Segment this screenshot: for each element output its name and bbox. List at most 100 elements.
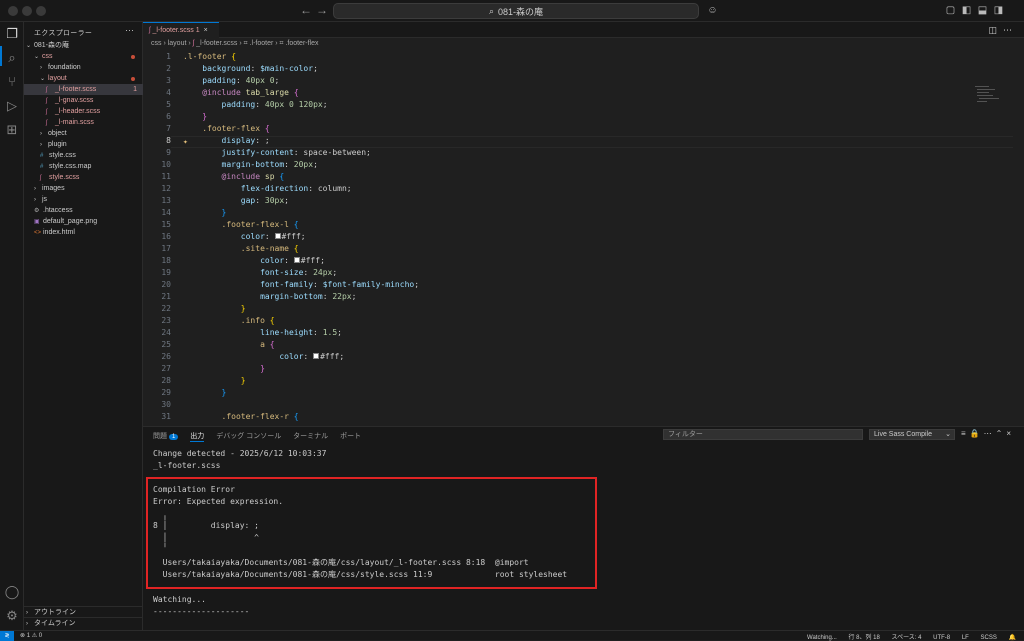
- search-icon[interactable]: ⌕: [4, 50, 20, 66]
- code-line: .info {: [240, 316, 275, 325]
- color-swatch[interactable]: [274, 233, 281, 239]
- tree-item-label: plugin: [48, 141, 67, 148]
- tree-item[interactable]: # style.css: [24, 150, 143, 161]
- code-line: display: ;: [221, 136, 270, 145]
- tab-ports[interactable]: ポート: [340, 431, 361, 441]
- tree-item[interactable]: ʃ style.scss: [24, 172, 143, 183]
- problems-status[interactable]: ⊗ 1 ⚠ 0: [20, 632, 42, 639]
- language-mode[interactable]: SCSS: [981, 635, 997, 641]
- tree-item[interactable]: › foundation: [24, 62, 143, 73]
- cursor-position[interactable]: 行 8、列 18: [848, 635, 879, 641]
- tree-item[interactable]: ⌄ layout: [24, 73, 143, 84]
- lock-icon[interactable]: 🔒: [970, 429, 984, 438]
- editor-area: ʃ _l-footer.scss 1 × ◫⋯ css › layout › ʃ…: [143, 22, 1024, 426]
- color-swatch[interactable]: [293, 257, 300, 263]
- breadcrumb-item[interactable]: css: [151, 40, 162, 47]
- list-icon[interactable]: ≡: [961, 429, 970, 438]
- tree-item[interactable]: <> index.html: [24, 227, 143, 238]
- tree-item[interactable]: ʃ _l-header.scss: [24, 106, 143, 117]
- line-number: 26: [161, 352, 171, 361]
- close-icon[interactable]: ×: [1006, 429, 1015, 438]
- tree-item[interactable]: ʃ _l-main.scss: [24, 117, 143, 128]
- line-number: 25: [161, 340, 171, 349]
- toggle-primary-sidebar-icon[interactable]: ◧: [960, 4, 973, 17]
- code-line: padding: 40px 0 120px;: [221, 100, 328, 109]
- tab-debug-console[interactable]: デバッグ コンソール: [216, 431, 281, 441]
- code-line: color: #fff;: [260, 256, 325, 265]
- outline-section[interactable]: › アウトライン: [24, 606, 143, 617]
- more-icon[interactable]: ···: [125, 25, 134, 35]
- account-icon[interactable]: ◯: [4, 584, 20, 600]
- chevron-up-icon[interactable]: ⌃: [996, 429, 1007, 438]
- output-filter-input[interactable]: フィルター: [663, 429, 863, 440]
- code-line: font-family: $font-family-mincho;: [260, 280, 420, 289]
- more-icon[interactable]: ⋯: [984, 429, 996, 438]
- symbol-icon: ⌗: [279, 40, 284, 47]
- output-channel-label: Live Sass Compile: [874, 431, 932, 438]
- toggle-panel-icon[interactable]: ⬓: [976, 4, 989, 17]
- tree-item-label: _l-gnav.scss: [55, 97, 94, 104]
- window-close-button[interactable]: [8, 6, 18, 16]
- code-line: background: $main-color;: [202, 64, 318, 73]
- tree-item[interactable]: ʃ _l-footer.scss 1: [24, 84, 143, 95]
- encoding[interactable]: UTF-8: [933, 635, 950, 641]
- tab-output[interactable]: 出力: [190, 431, 205, 442]
- arrow-left-icon[interactable]: ←: [300, 3, 312, 17]
- code-line: .footer-flex-l {: [221, 220, 299, 229]
- window-minimize-button[interactable]: [22, 6, 32, 16]
- indentation[interactable]: スペース: 4: [892, 635, 922, 641]
- tree-item[interactable]: › js: [24, 194, 143, 205]
- end-of-line[interactable]: LF: [962, 635, 969, 641]
- tree-item-label: css: [42, 53, 53, 60]
- watching-status[interactable]: Watching...: [807, 635, 837, 641]
- notifications-icon[interactable]: 🔔: [1009, 635, 1016, 641]
- minimap[interactable]: [973, 82, 1003, 142]
- breadcrumb-item[interactable]: layout: [168, 40, 187, 47]
- source-control-icon[interactable]: ⑂: [4, 74, 20, 90]
- tree-item[interactable]: ⚙ .htaccess: [24, 205, 143, 216]
- code-line: }: [221, 388, 227, 397]
- tree-item[interactable]: ▣ default_page.png: [24, 216, 143, 227]
- customize-layout-icon[interactable]: ▢: [944, 4, 957, 17]
- arrow-right-icon[interactable]: →: [316, 3, 328, 17]
- line-number: 13: [161, 196, 171, 205]
- command-center[interactable]: ⌕ 081-森の庵: [333, 3, 699, 19]
- more-icon[interactable]: ⋯: [1003, 25, 1018, 35]
- files-icon[interactable]: ❐: [4, 26, 20, 42]
- gear-icon[interactable]: ⚙: [4, 608, 20, 624]
- run-debug-icon[interactable]: ▷: [4, 98, 20, 114]
- tab-l-footer[interactable]: ʃ _l-footer.scss 1 ×: [143, 22, 219, 38]
- breadcrumb-item[interactable]: _l-footer.scss: [196, 40, 237, 47]
- sass-file-icon: ʃ: [149, 27, 151, 34]
- color-swatch[interactable]: [313, 353, 320, 359]
- tab-terminal[interactable]: ターミナル: [293, 431, 328, 441]
- code-editor[interactable]: ✦ 1 2 3 4 5 6 7 8 9 10 11 12 13 14 15 16 17 18 19 20 21 22 23 2…: [143, 52, 1013, 426]
- window-zoom-button[interactable]: [36, 6, 46, 16]
- tree-item[interactable]: › object: [24, 128, 143, 139]
- line-number: 29: [161, 388, 171, 397]
- tree-item[interactable]: # style.css.map: [24, 161, 143, 172]
- tree-item-label: js: [42, 196, 48, 203]
- close-icon[interactable]: ×: [204, 27, 208, 34]
- code-line: @include tab_large {: [202, 88, 299, 97]
- split-editor-icon[interactable]: ◫: [988, 25, 1003, 35]
- search-icon: ⌕: [488, 5, 495, 16]
- tree-item[interactable]: › images: [24, 183, 143, 194]
- output-channel-select[interactable]: Live Sass Compile ⌄: [869, 429, 955, 440]
- tree-root[interactable]: ⌄ 081-森の庵: [24, 40, 143, 51]
- tree-item[interactable]: › plugin: [24, 139, 143, 150]
- breadcrumb-item[interactable]: .l-footer: [250, 40, 274, 47]
- tree-item[interactable]: ⌄ css: [24, 51, 143, 62]
- line-number: 22: [161, 304, 171, 313]
- breadcrumb-item[interactable]: .footer-flex: [285, 40, 318, 47]
- problem-count-badge: 1: [133, 86, 137, 93]
- title-bar: ← → ⌕ 081-森の庵 ☺ ▢ ◧ ⬓ ◨: [0, 0, 1024, 22]
- tree-item[interactable]: ʃ _l-gnav.scss: [24, 95, 143, 106]
- extensions-icon[interactable]: ⊞: [4, 122, 20, 138]
- copilot-icon[interactable]: ☺: [706, 4, 719, 17]
- timeline-section[interactable]: › タイムライン: [24, 617, 143, 628]
- code-line: gap: 30px;: [240, 196, 289, 205]
- toggle-secondary-sidebar-icon[interactable]: ◨: [992, 4, 1005, 17]
- tab-problems[interactable]: 問題 1: [153, 431, 179, 441]
- code-line: font-size: 24px;: [260, 268, 338, 277]
